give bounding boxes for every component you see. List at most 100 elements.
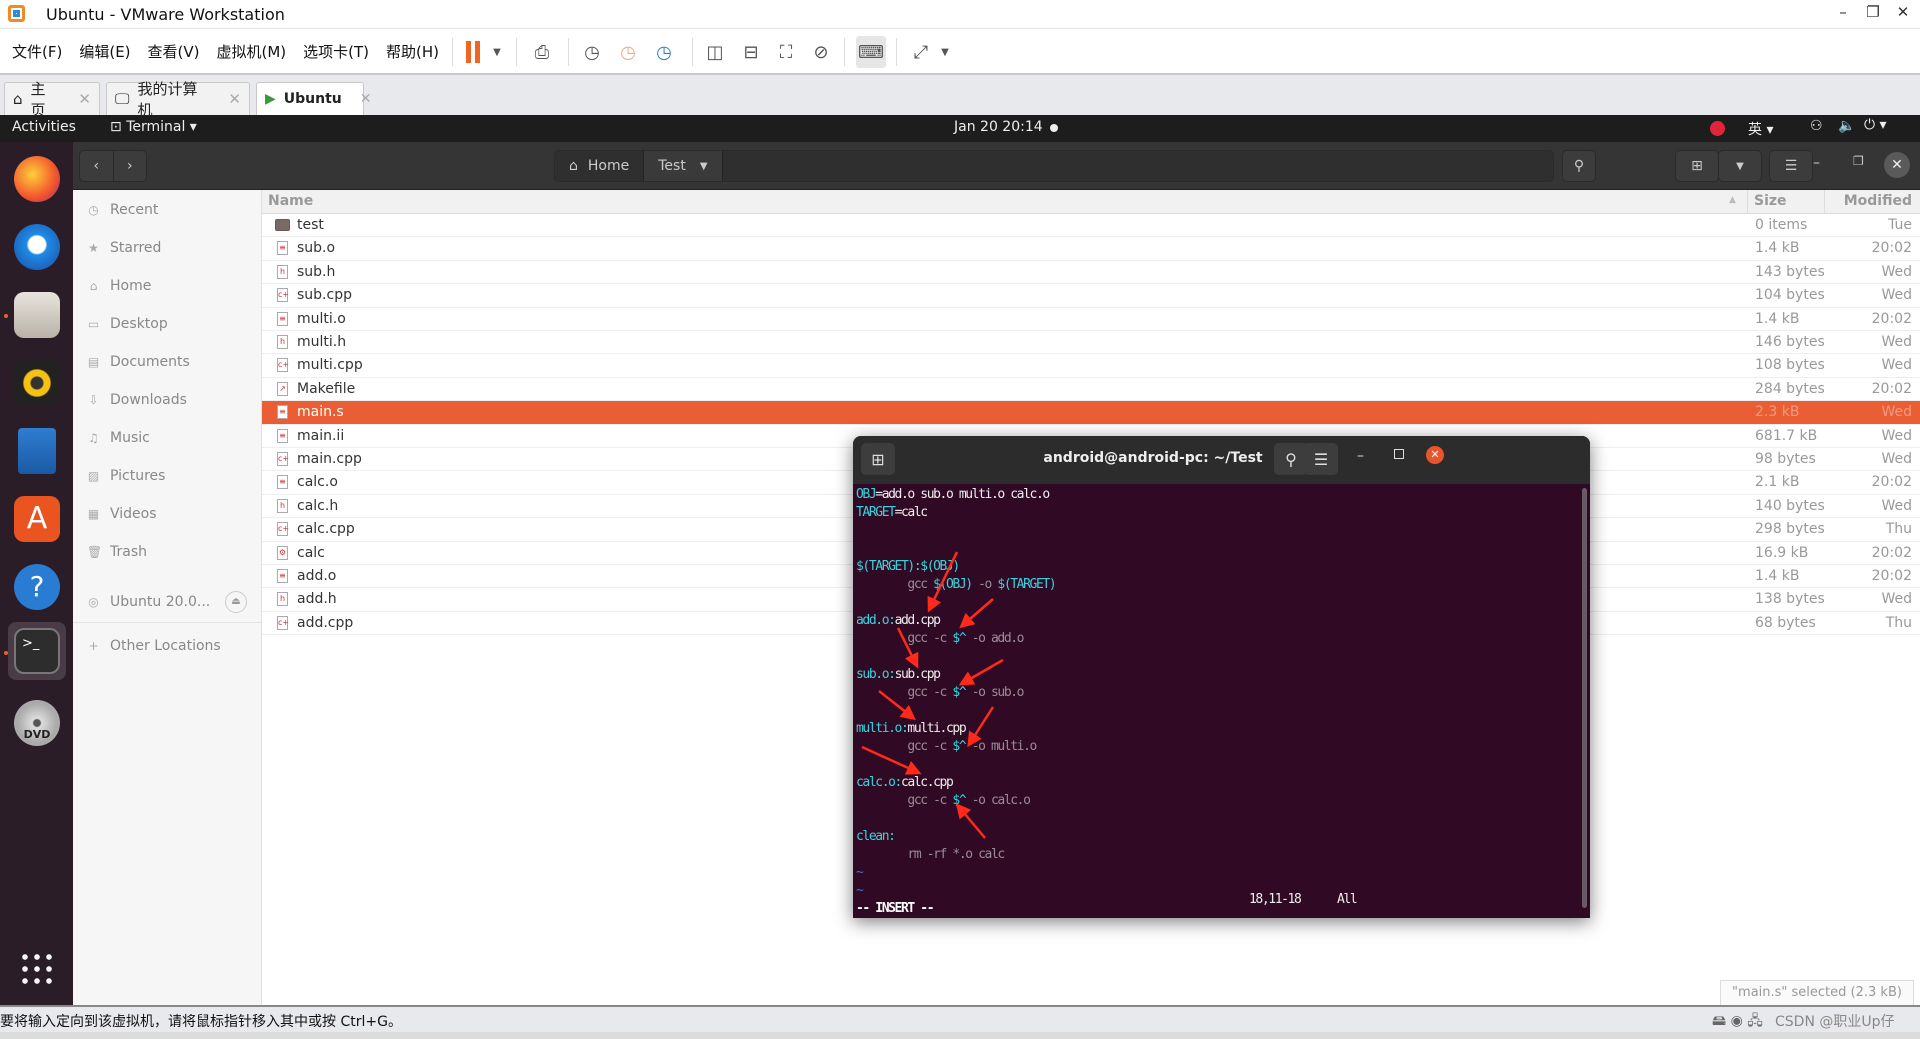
power-icon[interactable]: ⏻ ▾	[1864, 117, 1887, 133]
forward-icon[interactable]: ›	[114, 158, 147, 174]
terminal-icon[interactable]: >_	[14, 628, 60, 674]
tab-ubuntu[interactable]: ▶ Ubuntu ✕	[256, 82, 372, 115]
fullscreen-icon[interactable]: ⛶	[773, 39, 799, 65]
network-icon[interactable]: ⚇	[1810, 118, 1823, 134]
sidebar-item-pictures[interactable]: ▨ Pictures	[87, 468, 166, 484]
close-button[interactable]: ✕	[1888, 3, 1918, 21]
file-row[interactable]: test 0 items Tue	[262, 214, 1920, 238]
file-row[interactable]: c+ sub.cpp 104 bytes Wed	[262, 284, 1920, 308]
close-button[interactable]: ✕	[1884, 152, 1910, 178]
column-name[interactable]: Name	[268, 193, 313, 209]
sidebar-item-documents[interactable]: ▤ Documents	[87, 354, 190, 370]
minimize-button[interactable]: –	[1813, 155, 1820, 171]
libreoffice-writer-icon[interactable]	[18, 428, 56, 474]
menu-view[interactable]: 查看(V)	[148, 41, 200, 62]
file-size: 1.4 kB	[1755, 568, 1800, 584]
file-name: Makefile	[297, 380, 356, 397]
view-options-button[interactable]: ▼	[1718, 150, 1762, 182]
home-icon: ⌂	[13, 90, 23, 108]
dvd-icon[interactable]: DVD	[14, 700, 60, 746]
restore-button[interactable]: ❐	[1853, 154, 1864, 168]
menu-vm[interactable]: 虚拟机(M)	[217, 41, 287, 62]
device-icons[interactable]: 🖴 ◉ 🖧	[1712, 1010, 1763, 1034]
firefox-icon[interactable]	[14, 156, 60, 202]
file-row[interactable]: h multi.h 146 bytes Wed	[262, 331, 1920, 355]
sidebar-item-home[interactable]: ⌂ Home	[87, 278, 152, 294]
menu-button[interactable]: ☰	[1769, 150, 1813, 182]
files-icon[interactable]	[14, 292, 60, 338]
file-modified: Tue	[1888, 217, 1912, 233]
vm-running-icon: ▶	[265, 91, 276, 107]
file-row[interactable]: ↗ Makefile 284 bytes 20:02	[262, 378, 1920, 402]
sidebar-item-other-locations[interactable]: + Other Locations	[87, 638, 221, 654]
menu-tabs[interactable]: 选项卡(T)	[303, 41, 369, 62]
snapshot-manager-icon[interactable]: ◷	[650, 39, 678, 65]
path-test[interactable]: Test ▼	[644, 151, 723, 181]
file-size: 146 bytes	[1755, 334, 1825, 350]
terminal-app-menu[interactable]: ⊡ Terminal ▾	[110, 119, 197, 135]
sidebar-item-music[interactable]: ♫ Music	[87, 430, 150, 446]
search-button[interactable]: ⚲	[1562, 150, 1596, 182]
file-modified: Thu	[1885, 521, 1912, 538]
file-row[interactable]: c+ multi.cpp 108 bytes Wed	[262, 354, 1920, 378]
file-row[interactable]: ≡ main.s 2.3 kB Wed	[262, 401, 1920, 425]
rhythmbox-icon[interactable]	[14, 360, 60, 406]
software-center-icon[interactable]: A	[14, 496, 60, 542]
send-keys-icon[interactable]: ⎙	[528, 39, 556, 65]
sidebar-item-label: Desktop	[110, 316, 168, 332]
close-tab-icon[interactable]: ✕	[228, 90, 241, 108]
sidebar-item-recent[interactable]: ◷ Recent	[87, 202, 158, 218]
file-name: main.cpp	[297, 451, 362, 467]
eject-icon[interactable]: ⏏	[225, 591, 247, 613]
stretch-icon[interactable]: ⤢	[908, 39, 934, 65]
sidebar-item-trash[interactable]: 🗑 Trash	[87, 544, 147, 560]
view-grid-button[interactable]: ⊞	[1675, 150, 1719, 182]
file-size: 138 bytes	[1755, 591, 1825, 608]
sidebar-item-device[interactable]: ◎ Ubuntu 20.0... ⏏	[87, 591, 247, 613]
menu-help[interactable]: 帮助(H)	[386, 41, 439, 62]
sidebar-item-starred[interactable]: ★ Starred	[87, 240, 161, 256]
back-icon[interactable]: ‹	[80, 158, 113, 174]
sidebar-item-label: Other Locations	[110, 638, 221, 654]
restore-button[interactable]: ❐	[1858, 3, 1888, 21]
path-home[interactable]: ⌂ Home	[555, 151, 645, 181]
minimize-button[interactable]: –	[1828, 3, 1858, 21]
window-title: Ubuntu - VMware Workstation	[46, 5, 285, 24]
file-icon: ≡	[277, 311, 288, 326]
help-icon[interactable]: ?	[14, 564, 60, 610]
file-row[interactable]: ≡ multi.o 1.4 kB 20:02	[262, 308, 1920, 331]
tab-my-computer[interactable]: 🖵 我的计算机 ✕	[106, 80, 250, 119]
column-header: Name ▲ Size Modified	[262, 190, 1920, 214]
clock[interactable]: Jan 20 20:14	[954, 119, 1043, 135]
pause-dropdown-icon[interactable]: ▼	[490, 39, 504, 65]
file-row[interactable]: h sub.h 143 bytes Wed	[262, 261, 1920, 285]
show-apps-icon[interactable]	[19, 951, 53, 985]
activities-button[interactable]: Activities	[12, 119, 76, 135]
column-modified[interactable]: Modified	[1844, 193, 1912, 209]
sidebar-item-videos[interactable]: ▦ Videos	[87, 506, 157, 522]
console-view-icon[interactable]: ⌨	[856, 36, 886, 68]
terminal-window[interactable]: ⊞ android@android-pc: ~/Test ⚲ ☰ – ✕ OBJ…	[853, 436, 1590, 918]
close-tab-icon[interactable]: ✕	[78, 90, 91, 108]
tab-home[interactable]: ⌂ 主页 ✕	[4, 80, 100, 119]
pause-icon[interactable]	[462, 39, 484, 65]
unity-icon[interactable]: ⊘	[808, 39, 834, 65]
sidebar-item-downloads[interactable]: ⇩ Downloads	[87, 392, 186, 408]
stretch-dropdown-icon[interactable]: ▼	[938, 39, 952, 65]
file-icon: ⚙	[277, 545, 288, 560]
sidebar-view-icon[interactable]: ◫	[702, 39, 728, 65]
thumbnail-view-icon[interactable]: ⊟	[738, 39, 764, 65]
volume-icon[interactable]: 🔈	[1838, 118, 1855, 134]
input-method-indicator[interactable]: 英 ▾	[1748, 119, 1773, 139]
do-not-disturb-icon[interactable]	[1710, 121, 1725, 136]
file-row[interactable]: ≡ sub.o 1.4 kB 20:02	[262, 237, 1920, 261]
file-size: 298 bytes	[1755, 521, 1825, 538]
revert-snapshot-icon[interactable]: ◷	[614, 39, 642, 65]
thunderbird-icon[interactable]	[14, 224, 60, 270]
column-size[interactable]: Size	[1754, 193, 1787, 209]
menu-file[interactable]: 文件(F)	[12, 41, 62, 62]
menu-edit[interactable]: 编辑(E)	[79, 41, 130, 62]
close-tab-icon[interactable]: ✕	[360, 91, 372, 107]
sidebar-item-desktop[interactable]: ▭ Desktop	[87, 316, 168, 332]
snapshot-icon[interactable]: ◷	[578, 39, 606, 65]
